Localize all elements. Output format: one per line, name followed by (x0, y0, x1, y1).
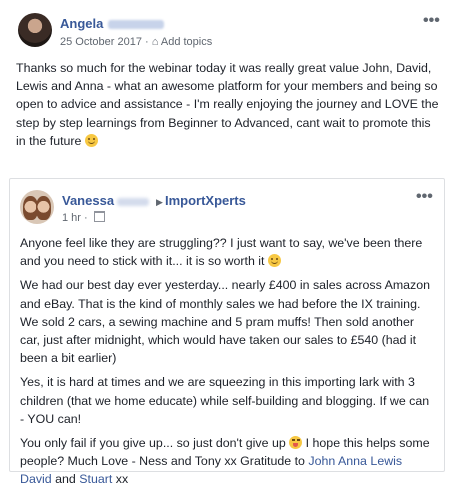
paragraph-4-text-a: You only fail if you give up... so just … (20, 436, 286, 451)
tongue-emoji-icon (289, 436, 303, 450)
group-link[interactable]: ImportXperts (165, 193, 246, 208)
post-meta: 25 October 2017 · ⌂ Add topics (60, 36, 212, 48)
tag-stuart[interactable]: Stuart (79, 472, 112, 486)
blurred-surname (117, 197, 150, 206)
paragraph-3: Yes, it is hard at times and we are sque… (20, 375, 430, 426)
paragraph-1-text: Anyone feel like they are struggling?? I… (20, 236, 423, 269)
tag-john[interactable]: John (308, 454, 335, 468)
calendar-icon (93, 211, 105, 222)
author-first-name[interactable]: Vanessa (62, 193, 114, 208)
add-topics-label: Add topics (160, 36, 213, 48)
more-options-icon[interactable]: ••• (423, 12, 440, 30)
author-line: Vanessa ▶ ImportXperts (62, 193, 246, 208)
more-options-icon[interactable]: ••• (416, 188, 433, 206)
avatar[interactable] (18, 13, 52, 47)
tag-david[interactable]: David (20, 472, 52, 486)
blurred-surname (108, 20, 165, 30)
meta-separator: · (145, 36, 149, 48)
paragraph-2: We had our best day ever yesterday... ne… (20, 278, 431, 366)
post-body: Thanks so much for the webinar today it … (16, 61, 439, 148)
post-meta: 1 hr · (62, 211, 105, 224)
tag-lewis[interactable]: Lewis (370, 454, 402, 468)
smile-emoji-icon (267, 254, 281, 268)
post-text: Thanks so much for the webinar today it … (16, 59, 440, 150)
meta-separator: · (84, 212, 88, 224)
shared-post-card: Vanessa ▶ ImportXperts 1 hr · ••• Anyone f… (9, 178, 445, 486)
post-date[interactable]: 25 October 2017 (60, 36, 142, 48)
author-first-name[interactable]: Angela (60, 16, 103, 31)
post-time[interactable]: 1 hr (62, 212, 81, 224)
add-topics-link[interactable]: ⌂ Add topics (152, 36, 212, 48)
paragraph-1: Anyone feel like they are struggling?? I… (20, 234, 434, 270)
post-angela: Angela 25 October 2017 · ⌂ Add topics ••… (0, 0, 454, 170)
smile-emoji-icon (84, 133, 98, 147)
arrow-right-icon: ▶ (156, 197, 163, 207)
avatar[interactable] (20, 190, 54, 224)
tag-icon: ⌂ (151, 36, 159, 48)
closing-text: xx (115, 472, 129, 487)
and-text: and (55, 472, 76, 487)
avatar-face-right (36, 196, 51, 220)
post-text: Anyone feel like they are struggling?? I… (20, 234, 434, 495)
paragraph-4: You only fail if you give up... so just … (20, 434, 434, 489)
tag-anna[interactable]: Anna (338, 454, 367, 468)
author-name[interactable]: Angela (60, 16, 165, 31)
